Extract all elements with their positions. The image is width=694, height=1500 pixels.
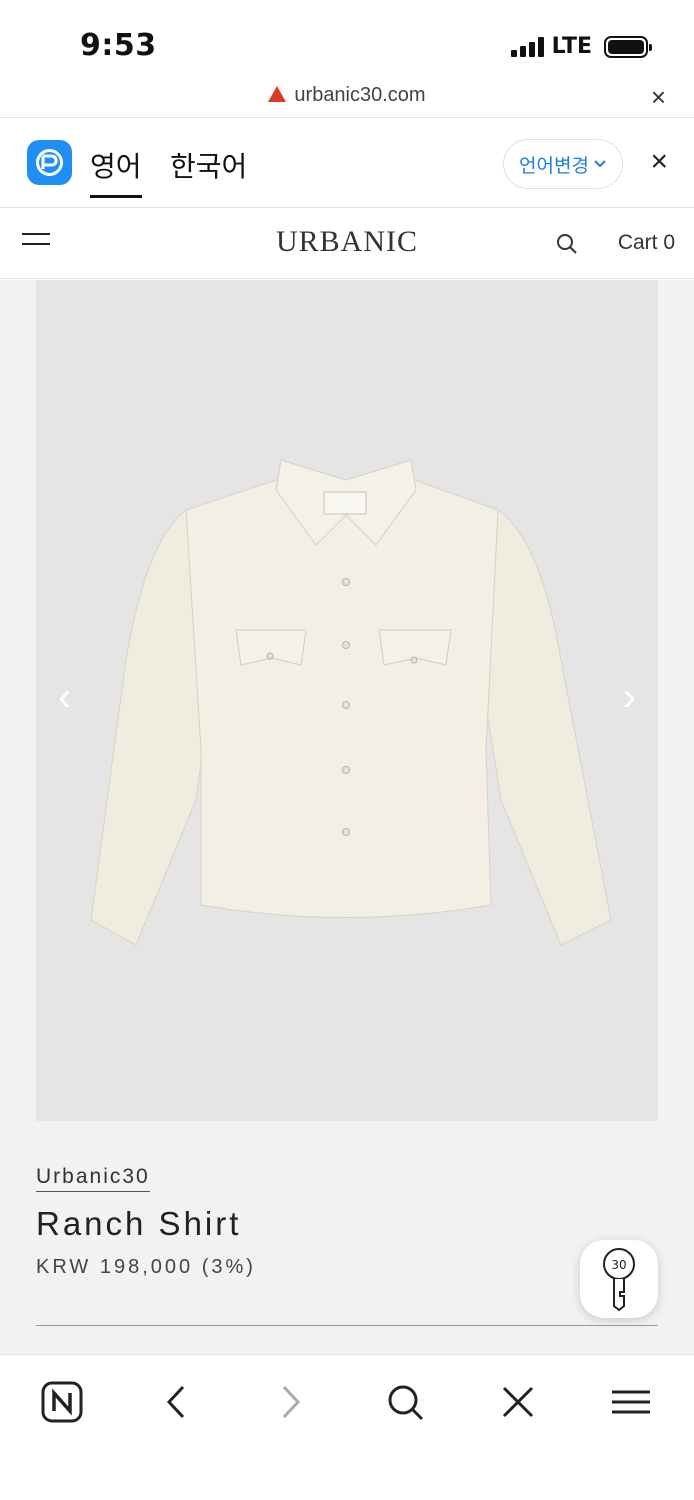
signal-icon: [510, 36, 544, 57]
product-brand-link[interactable]: Urbanic30: [36, 1165, 150, 1192]
warning-icon: [268, 86, 287, 102]
tab-target-language[interactable]: 한국어: [170, 145, 247, 185]
site-header: URBANIC Cart 0: [0, 209, 694, 279]
key-icon[interactable]: 30: [580, 1240, 658, 1318]
tab-source-language[interactable]: 영어: [90, 145, 142, 198]
url-bar[interactable]: urbanic30.com ×: [0, 80, 694, 118]
url-close-button[interactable]: ×: [651, 82, 666, 113]
product-image[interactable]: ‹ ›: [36, 280, 658, 1121]
cart-link[interactable]: Cart 0: [618, 231, 675, 255]
status-time: 9:53: [80, 28, 157, 63]
menu-icon[interactable]: [606, 1377, 656, 1427]
network-label: LTE: [551, 34, 592, 59]
prev-image-button[interactable]: ‹: [58, 675, 71, 720]
papago-logo-icon[interactable]: [27, 140, 72, 185]
change-language-label: 언어변경: [519, 155, 589, 177]
battery-icon: [604, 35, 652, 58]
url-display[interactable]: urbanic30.com: [0, 84, 694, 107]
back-icon[interactable]: [151, 1377, 201, 1427]
browser-toolbar: [0, 1354, 694, 1500]
site-logo[interactable]: URBANIC: [0, 225, 694, 259]
status-bar: 9:53 LTE: [0, 0, 694, 80]
product-price: KRW 198,000 (3%): [36, 1256, 256, 1278]
change-language-button[interactable]: 언어변경: [503, 139, 623, 189]
translation-bar: 영어 한국어 언어변경 ×: [0, 119, 694, 208]
product-name: Ranch Shirt: [36, 1205, 242, 1242]
product-page: ‹ › Urbanic30 Ranch Shirt KRW 198,000 (3…: [0, 280, 694, 1354]
status-indicators: LTE: [510, 34, 652, 59]
close-icon[interactable]: [493, 1377, 543, 1427]
url-text: urbanic30.com: [294, 84, 426, 106]
shirt-illustration: [90, 459, 612, 946]
svg-text:30: 30: [611, 1258, 626, 1272]
translation-close-button[interactable]: ×: [650, 145, 668, 179]
chevron-down-icon: [594, 160, 606, 168]
naver-home-icon[interactable]: [37, 1377, 87, 1427]
search-icon[interactable]: [380, 1377, 430, 1427]
search-icon[interactable]: [556, 233, 578, 260]
next-image-button[interactable]: ›: [623, 675, 636, 720]
divider: [36, 1325, 658, 1326]
forward-icon[interactable]: [266, 1377, 316, 1427]
